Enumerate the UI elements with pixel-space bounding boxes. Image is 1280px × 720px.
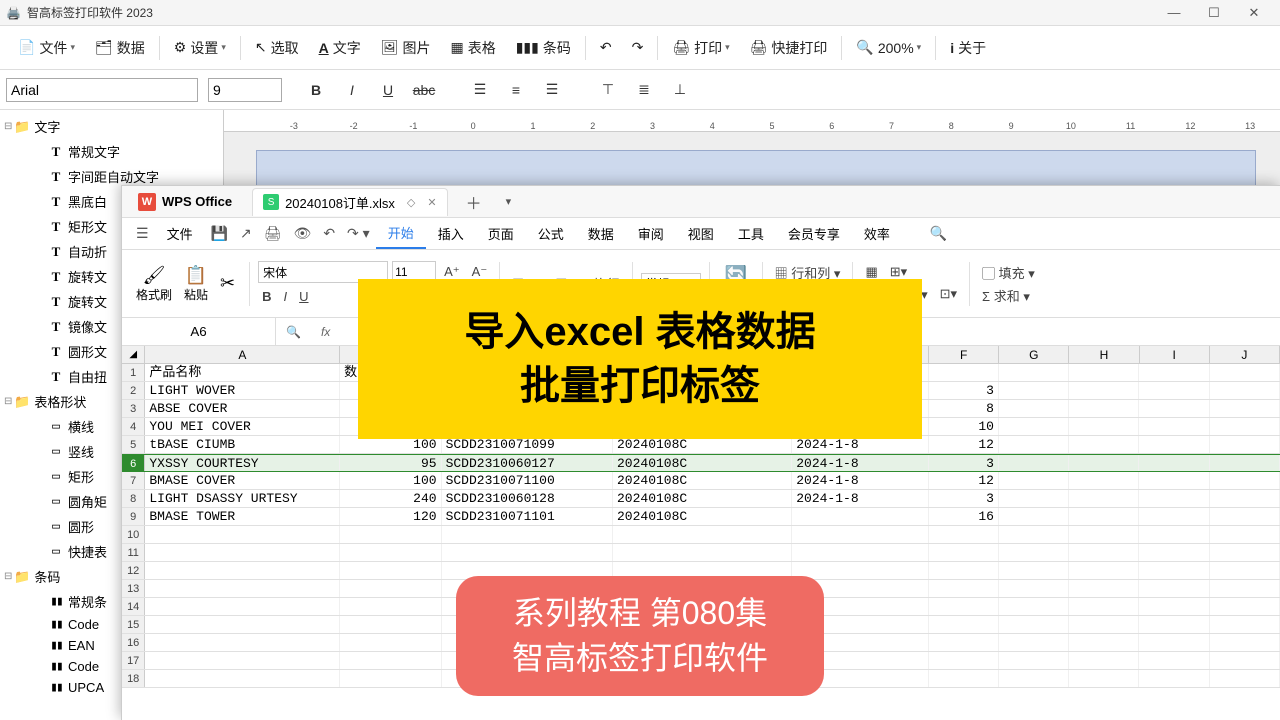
main-toolbar: 📄文件▾ 🗂数据 ⚙设置▾ ↖选取 A文字 🖼图片 ▦表格 ▮▮▮条码 ↶ ↷ … bbox=[0, 26, 1280, 70]
size-select[interactable] bbox=[208, 78, 282, 102]
cell-reference[interactable] bbox=[122, 318, 276, 345]
minimize-button[interactable]: — bbox=[1154, 0, 1194, 26]
tree-cat-text[interactable]: ⊟📁文字 bbox=[0, 114, 223, 139]
app-title: 智高标签打印软件 2023 bbox=[27, 4, 153, 21]
align-right-button[interactable]: ☰ bbox=[537, 76, 567, 104]
wps-tab-eff[interactable]: 效率 bbox=[852, 219, 902, 248]
insert-dd[interactable]: ⊡▾ bbox=[936, 284, 961, 304]
tab-close-icon[interactable]: ✕ bbox=[427, 196, 436, 209]
file-menu[interactable]: 📄文件▾ bbox=[10, 34, 83, 62]
table-row[interactable]: 7BMASE COVER100SCDD231007110020240108C20… bbox=[122, 472, 1280, 490]
wps-preview[interactable]: 👁 bbox=[288, 220, 318, 247]
table-row[interactable]: 9BMASE TOWER120SCDD231007110120240108C16 bbox=[122, 508, 1280, 526]
table-row[interactable]: 10 bbox=[122, 526, 1280, 544]
valign-mid-button[interactable]: ≣ bbox=[629, 76, 659, 104]
wps-tab-page[interactable]: 页面 bbox=[476, 219, 526, 248]
wps-hamburger[interactable]: ☰ bbox=[130, 220, 155, 247]
table-row[interactable]: 6YXSSY COURTESY95SCDD231006012720240108C… bbox=[122, 454, 1280, 472]
barcode-tool[interactable]: ▮▮▮条码 bbox=[508, 34, 579, 62]
paste-button[interactable]: 📋粘贴 bbox=[178, 265, 214, 303]
col-header-g[interactable]: G bbox=[999, 346, 1069, 363]
title-bar: 🖨️ 智高标签打印软件 2023 — ☐ ✕ bbox=[0, 0, 1280, 26]
undo-button[interactable]: ↶ bbox=[592, 35, 620, 60]
wps-print[interactable]: 🖨 bbox=[258, 220, 288, 247]
app-icon: 🖨️ bbox=[6, 6, 21, 20]
wps-logo: WWPS Office bbox=[128, 193, 242, 211]
font-toolbar: B I U abc ☰ ≡ ☰ ⊤ ≣ ⊥ bbox=[0, 70, 1280, 110]
col-header-f[interactable]: F bbox=[929, 346, 999, 363]
table-row[interactable]: 8LIGHT DSASSY URTESY240SCDD2310060128202… bbox=[122, 490, 1280, 508]
tutorial-title-overlay: 导入excel 表格数据 批量打印标签 bbox=[358, 279, 922, 439]
wps-tab-review[interactable]: 审阅 bbox=[626, 219, 676, 248]
zoom-control[interactable]: 🔍200%▾ bbox=[848, 35, 929, 60]
align-left-button[interactable]: ☰ bbox=[465, 76, 495, 104]
wps-tab-bar: WWPS Office S20240108订单.xlsx ◇ ✕ ＋ ▾ bbox=[122, 186, 1280, 218]
sum-button[interactable]: Σ 求和 ▾ bbox=[978, 284, 1034, 307]
valign-bot-button[interactable]: ⊥ bbox=[665, 76, 695, 104]
tab-menu-button[interactable]: ▾ bbox=[500, 195, 518, 208]
tree-item[interactable]: T常规文字 bbox=[0, 139, 223, 164]
wps-tab-vip[interactable]: 会员专享 bbox=[776, 219, 852, 248]
maximize-button[interactable]: ☐ bbox=[1194, 0, 1234, 26]
bold-button[interactable]: B bbox=[301, 76, 331, 104]
add-tab-button[interactable]: ＋ bbox=[460, 190, 488, 214]
tutorial-badge-overlay: 系列教程 第080集 智高标签打印软件 bbox=[456, 576, 824, 696]
fx-zoom-out[interactable]: 🔍 bbox=[276, 325, 311, 339]
format-brush[interactable]: 🖌格式刷 bbox=[130, 265, 178, 303]
wps-tab-start[interactable]: 开始 bbox=[376, 218, 426, 249]
settings-menu[interactable]: ⚙设置▾ bbox=[166, 34, 234, 62]
tab-pin-icon[interactable]: ◇ bbox=[407, 196, 415, 209]
wps-tab-insert[interactable]: 插入 bbox=[426, 219, 476, 248]
col-header-h[interactable]: H bbox=[1069, 346, 1139, 363]
col-header-i[interactable]: I bbox=[1140, 346, 1210, 363]
ruler: -3-2-1012345678910111213 bbox=[224, 110, 1280, 132]
wps-tab-data[interactable]: 数据 bbox=[576, 219, 626, 248]
wps-file-menu[interactable]: 文件 bbox=[155, 219, 205, 248]
wps-bold[interactable]: B bbox=[258, 287, 275, 306]
table-row[interactable]: 11 bbox=[122, 544, 1280, 562]
text-tool[interactable]: A文字 bbox=[311, 34, 369, 62]
col-header-j[interactable]: J bbox=[1210, 346, 1280, 363]
redo-button[interactable]: ↷ bbox=[624, 35, 652, 60]
about-button[interactable]: i关于 bbox=[942, 34, 994, 62]
valign-top-button[interactable]: ⊤ bbox=[593, 76, 623, 104]
fill-button[interactable]: ▢ 填充 ▾ bbox=[978, 261, 1039, 284]
font-select[interactable] bbox=[6, 78, 198, 102]
print-button[interactable]: 🖨打印▾ bbox=[664, 34, 737, 62]
table-tool[interactable]: ▦表格 bbox=[442, 34, 503, 62]
col-header-a[interactable]: A bbox=[145, 346, 340, 363]
image-tool[interactable]: 🖼图片 bbox=[373, 34, 439, 62]
wps-redo[interactable]: ↷ ▾ bbox=[341, 220, 376, 247]
wps-search-icon[interactable]: 🔍 bbox=[924, 220, 953, 247]
select-all-corner[interactable]: ◢ bbox=[122, 346, 145, 363]
close-button[interactable]: ✕ bbox=[1234, 0, 1274, 26]
wps-tab-view[interactable]: 视图 bbox=[676, 219, 726, 248]
italic-button[interactable]: I bbox=[337, 76, 367, 104]
underline-button[interactable]: U bbox=[373, 76, 403, 104]
data-menu[interactable]: 🗂数据 bbox=[87, 34, 153, 62]
wps-tab-tools[interactable]: 工具 bbox=[726, 219, 776, 248]
quickprint-button[interactable]: 🖨快捷打印 bbox=[742, 34, 836, 62]
align-center-button[interactable]: ≡ bbox=[501, 76, 531, 104]
wps-share[interactable]: ↗ bbox=[234, 220, 258, 247]
file-tab[interactable]: S20240108订单.xlsx ◇ ✕ bbox=[252, 188, 448, 216]
wps-menu: ☰ 文件 💾 ↗ 🖨 👁 ↶ ↷ ▾ 开始 插入 页面 公式 数据 审阅 视图 … bbox=[122, 218, 1280, 250]
select-tool[interactable]: ↖选取 bbox=[247, 34, 307, 62]
wps-tab-formula[interactable]: 公式 bbox=[526, 219, 576, 248]
wps-italic[interactable]: I bbox=[280, 287, 292, 306]
fx-label: fx bbox=[311, 325, 340, 339]
wps-undo[interactable]: ↶ bbox=[317, 220, 341, 247]
cut-button[interactable]: ✂ bbox=[214, 273, 241, 294]
strike-button[interactable]: abc bbox=[409, 76, 439, 104]
wps-underline[interactable]: U bbox=[295, 287, 312, 306]
wps-save[interactable]: 💾 bbox=[205, 220, 234, 247]
